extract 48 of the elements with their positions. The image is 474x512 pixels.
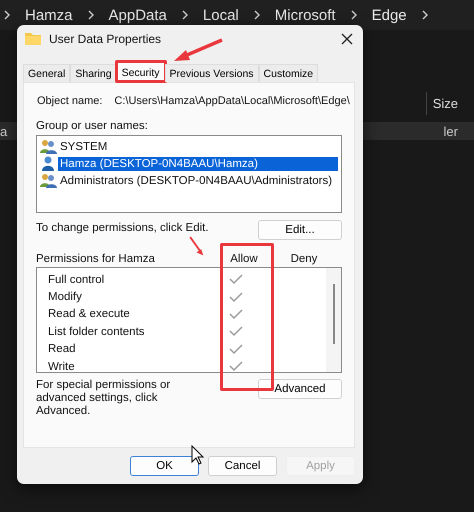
object-path: C:\Users\Hamza\AppData\Local\Microsoft\Edge\ [114, 95, 350, 107]
edit-button[interactable]: Edit... [258, 220, 342, 240]
tab[interactable]: Sharing [70, 64, 117, 82]
user-icon [40, 156, 57, 171]
list-item[interactable]: Administrators (DESKTOP-0N4BAAU\Administrators) [58, 174, 338, 188]
permission-name: Read & execute [48, 308, 131, 320]
permission-name: Write [48, 360, 76, 372]
scrollbar[interactable] [326, 268, 341, 372]
column-header: Allow [229, 253, 259, 265]
tab[interactable]: Security [116, 62, 164, 82]
hint-text: For special permissions or advanced settings, click Advanced. [36, 379, 172, 418]
chevron-icon [252, 9, 261, 21]
section-label: Permissions for Hamza [36, 253, 156, 265]
permission-name: Read [48, 343, 76, 356]
chevron-icon [3, 9, 11, 21]
folder-icon [25, 32, 41, 45]
close-button[interactable] [339, 30, 355, 46]
table-cell: a [0, 124, 8, 138]
ok-button[interactable]: OK [130, 456, 199, 476]
table-cell-text: ler [444, 124, 459, 138]
cancel-button[interactable]: Cancel [208, 456, 277, 476]
chevron-icon [180, 9, 189, 21]
advanced-button[interactable]: Advanced [258, 379, 342, 399]
breadcrumb-item[interactable]: Edge [368, 6, 411, 24]
field-label: Object name: [37, 95, 102, 107]
section-label: Group or user names: [36, 120, 149, 132]
users-icon [40, 173, 57, 188]
chevron-icon [86, 9, 95, 21]
breadcrumb-item[interactable]: Microsoft [270, 6, 340, 24]
window-title: User Data Properties [49, 32, 162, 46]
annotation-arrow [172, 38, 224, 64]
tab[interactable]: Previous Versions [164, 64, 259, 82]
column-header: Deny [290, 253, 318, 265]
users-icon [40, 139, 57, 154]
chevron-icon [350, 9, 358, 21]
permission-name: List folder contents [48, 326, 146, 338]
breadcrumb-item[interactable]: Hamza [21, 6, 77, 24]
hint-text: To change permissions, click Edit. [36, 222, 209, 234]
list-item[interactable]: SYSTEM [58, 140, 338, 154]
tab[interactable]: General [23, 64, 70, 82]
permission-name: Modify [48, 291, 83, 304]
breadcrumb-item[interactable]: AppData [104, 6, 171, 24]
chevron-icon [420, 9, 429, 21]
breadcrumb-item[interactable]: Local [198, 6, 243, 24]
permission-name: Full control [48, 274, 106, 286]
column-header[interactable]: Size [426, 92, 474, 114]
tab[interactable]: Customize [258, 64, 318, 82]
list-item[interactable]: Hamza (DESKTOP-0N4BAAU\Hamza) [58, 156, 338, 170]
